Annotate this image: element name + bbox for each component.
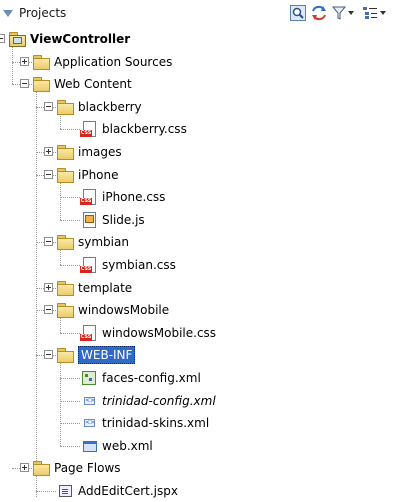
css-file-icon: CSS: [80, 189, 98, 206]
find-icon: [290, 5, 306, 21]
projects-title-label: Projects: [19, 6, 67, 20]
collapse-toggle-icon[interactable]: [44, 101, 53, 111]
tree-folder-row[interactable]: ViewController: [8, 28, 130, 50]
css-file-icon: CSS: [80, 257, 98, 273]
filter-dropdown-icon: [348, 11, 354, 15]
tree-folder-row[interactable]: template: [56, 277, 132, 299]
folder-icon: [32, 461, 50, 477]
filter-button[interactable]: [332, 4, 354, 22]
tree-item-label: windowsMobile.css: [102, 325, 217, 340]
folder-icon: [56, 99, 74, 115]
folder-icon: [56, 348, 74, 364]
folder-icon: [56, 145, 74, 160]
tree-file-row[interactable]: web.xml: [80, 435, 153, 457]
tree-item-label: template: [78, 280, 133, 295]
tree-connector-line: [60, 219, 80, 221]
tree-item-label: Web Content: [54, 77, 132, 92]
tree-file-row[interactable]: CSS symbian.css: [80, 254, 176, 276]
tree-item-label: Application Sources: [54, 54, 173, 69]
tree-folder-row[interactable]: WEB-INF: [56, 344, 136, 366]
expand-toggle-icon[interactable]: [44, 282, 53, 292]
tree-file-row[interactable]: CSS blackberry.css: [80, 118, 187, 140]
tree-file-row[interactable]: AddEditCert.jspx: [56, 480, 178, 502]
sync-button[interactable]: [310, 4, 328, 22]
expand-toggle-icon[interactable]: [20, 56, 29, 66]
expand-toggle-icon[interactable]: [44, 147, 53, 156]
tree-connector-line: [60, 265, 80, 266]
jspx-file-icon: [56, 483, 74, 499]
tree-item-label: AddEditCert.jspx: [78, 484, 178, 498]
folder-icon: [56, 303, 74, 319]
tree-connector-line: [60, 332, 80, 334]
collapse-toggle-icon[interactable]: [44, 169, 53, 179]
layout-icon: [363, 7, 377, 19]
css-file-icon: CSS: [80, 324, 98, 341]
folder-icon: [56, 167, 74, 183]
tree-item-label: trinidad-config.xml: [102, 393, 216, 408]
css-file-icon: CSS: [80, 121, 98, 138]
tree-item-label: WEB-INF: [78, 346, 136, 365]
xml-file-icon: <>: [84, 396, 96, 405]
projects-panel-header: Projects: [0, 0, 398, 28]
tree-folder-row[interactable]: Application Sources: [32, 51, 172, 73]
js-file-icon: [80, 211, 98, 228]
tree-connector-line: [60, 129, 80, 131]
collapse-triangle-icon[interactable]: [3, 9, 13, 17]
tree-file-row[interactable]: Slide.js: [80, 209, 145, 231]
layout-dropdown-icon: [380, 11, 386, 15]
tree-item-label: iPhone: [78, 167, 119, 182]
tree-connector-line: [60, 197, 80, 199]
tree-connector-line: [60, 400, 80, 402]
faces-config-icon: [80, 370, 98, 386]
tree-item-label: windowsMobile: [78, 303, 170, 318]
expand-toggle-icon[interactable]: [20, 463, 29, 473]
collapse-toggle-icon[interactable]: [20, 79, 29, 89]
tree-item-label: faces-config.xml: [102, 371, 201, 385]
folder-icon: [32, 77, 50, 93]
collapse-toggle-icon[interactable]: [44, 237, 53, 247]
tree-item-label: images: [78, 145, 122, 159]
tree-folder-row[interactable]: Page Flows: [32, 457, 121, 479]
folder-icon: [56, 280, 74, 296]
xml-file-icon: <>: [84, 419, 96, 428]
tree-file-row[interactable]: faces-config.xml: [80, 367, 201, 389]
collapse-toggle-icon[interactable]: [44, 305, 53, 315]
tree-folder-row[interactable]: blackberry: [56, 96, 142, 118]
tree-folder-row[interactable]: iPhone: [56, 164, 119, 186]
tree-item-label: trinidad-skins.xml: [102, 416, 210, 431]
tree-folder-row[interactable]: symbian: [56, 231, 129, 253]
sync-icon: [312, 5, 326, 21]
tree-file-row[interactable]: <> trinidad-config.xml: [80, 390, 216, 412]
find-button[interactable]: [290, 4, 306, 22]
filter-icon: [332, 6, 346, 20]
folder-icon: [56, 235, 74, 251]
tree-item-label: symbian: [78, 235, 129, 250]
tree-folder-row[interactable]: Web Content: [32, 73, 132, 95]
collapse-toggle-icon[interactable]: [0, 34, 5, 43]
tree-item-label: iPhone.css: [102, 190, 166, 205]
tree-item-label: blackberry: [78, 99, 142, 114]
tree-connector-line: [60, 445, 80, 447]
project-folder-icon: [8, 32, 26, 47]
tree-file-row[interactable]: <> trinidad-skins.xml: [80, 412, 209, 434]
tree-item-label: symbian.css: [102, 258, 176, 272]
tree-item-label: blackberry.css: [102, 122, 187, 137]
tree-folder-row[interactable]: windowsMobile: [56, 299, 169, 321]
layout-button[interactable]: [362, 4, 386, 22]
tree-item-label: Page Flows: [54, 461, 121, 476]
collapse-toggle-icon[interactable]: [44, 350, 53, 360]
tree-connector-line: [36, 491, 56, 492]
tree-file-row[interactable]: CSS windowsMobile.css: [80, 322, 216, 344]
tree-folder-row[interactable]: images: [56, 141, 122, 163]
web-xml-icon: [80, 438, 98, 454]
tree-item-label: web.xml: [102, 438, 153, 453]
tree-item-label: ViewController: [30, 32, 131, 46]
tree-item-label: Slide.js: [102, 212, 145, 227]
tree-file-row[interactable]: CSS iPhone.css: [80, 186, 165, 208]
tree-connector-line: [36, 84, 37, 497]
tree-connector-line: [60, 378, 80, 379]
folder-icon: [32, 54, 50, 70]
tree-connector-line: [60, 423, 80, 425]
projects-title[interactable]: Projects: [3, 6, 66, 20]
